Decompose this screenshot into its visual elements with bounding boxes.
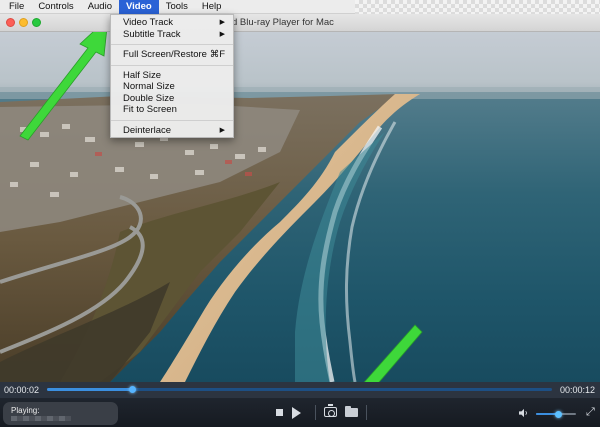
camera-icon[interactable] [324,404,337,417]
menu-item-half-size[interactable]: Half Size [111,70,233,82]
playing-label: Playing: [11,406,40,415]
blurred-title [11,416,71,421]
submenu-arrow-icon: ▶ [219,126,225,134]
menu-item-label: Half Size [123,69,162,81]
menu-item-video-track[interactable]: Video Track ▶ [111,17,233,29]
control-bar: Playing: ⤢ [0,398,600,427]
menu-help[interactable]: Help [195,0,229,14]
menu-item-fit-to-screen[interactable]: Fit to Screen [111,104,233,116]
menu-item-label: Subtitle Track [123,28,181,40]
menu-item-double-size[interactable]: Double Size [111,93,233,105]
video-menu-dropdown: Video Track ▶ Subtitle Track ▶ Full Scre… [110,14,234,138]
menu-tools[interactable]: Tools [159,0,195,14]
pixelated-region [355,0,600,14]
menu-separator [111,44,233,45]
menu-item-full-screen-restore[interactable]: Full Screen/Restore ⌘F [111,49,233,61]
seek-slider-handle[interactable] [129,386,137,393]
menu-item-label: Normal Size [123,81,175,92]
control-divider [315,405,316,420]
menu-audio[interactable]: Audio [81,0,119,14]
menu-item-label: Video Track [123,17,173,28]
window-title: d Blu-ray Player for Mac [232,17,334,28]
play-icon[interactable] [292,407,301,419]
menu-item-normal-size[interactable]: Normal Size [111,81,233,93]
fullscreen-icon[interactable]: ⤢ [586,407,597,418]
menu-item-shortcut: ⌘F [209,49,225,60]
volume-slider-handle[interactable] [554,410,562,418]
volume-slider[interactable] [536,410,576,418]
window-titlebar: d Blu-ray Player for Mac [0,14,600,32]
now-playing-box: Playing: [3,402,118,425]
speaker-icon[interactable] [519,408,529,418]
menu-item-label: Deinterlace [123,124,172,136]
menu-item-label: Full Screen/Restore [123,49,207,60]
total-time: 00:00:12 [559,385,595,395]
video-landscape [0,87,600,382]
minimize-window-button[interactable] [19,18,28,27]
folder-icon[interactable] [345,406,358,417]
menu-video[interactable]: Video [119,0,159,14]
zoom-window-button[interactable] [32,18,41,27]
timeline-bar: 00:00:02 00:00:12 [0,382,600,398]
menu-item-deinterlace[interactable]: Deinterlace ▶ [111,125,233,137]
submenu-arrow-icon: ▶ [219,19,225,26]
current-time: 00:00:02 [4,385,40,395]
menu-item-label: Fit to Screen [123,104,177,115]
stop-icon[interactable] [276,409,283,416]
menu-separator [111,119,233,121]
menu-file[interactable]: File [0,0,31,14]
menu-controls[interactable]: Controls [31,0,80,14]
menu-item-subtitle-track[interactable]: Subtitle Track ▶ [111,29,233,41]
menu-separator [111,64,233,66]
seek-slider[interactable] [47,386,552,393]
submenu-arrow-icon: ▶ [219,30,225,38]
control-divider [366,405,367,420]
seek-slider-fill [47,388,133,391]
menu-item-label: Double Size [123,92,175,104]
close-window-button[interactable] [6,18,15,27]
video-frame[interactable] [0,32,600,382]
menu-bar: File Controls Audio Video Tools Help [0,0,600,14]
